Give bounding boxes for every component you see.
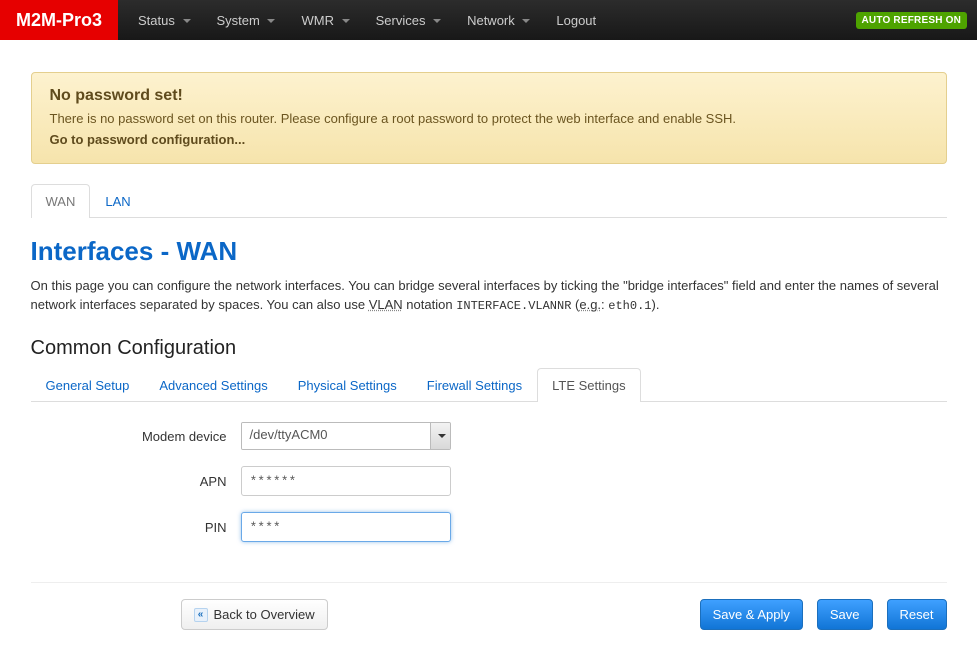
nav-item-system[interactable]: System <box>205 3 288 38</box>
chevron-down-icon <box>433 19 441 23</box>
chevron-down-icon <box>522 19 530 23</box>
modem-device-label: Modem device <box>31 429 241 444</box>
no-password-alert: No password set! There is no password se… <box>31 72 947 164</box>
alert-title: No password set! <box>50 87 928 105</box>
pin-input[interactable] <box>241 512 451 542</box>
interface-tabs: WANLAN <box>31 184 947 218</box>
back-to-overview-button[interactable]: « Back to Overview <box>181 599 328 630</box>
tab-lte-settings[interactable]: LTE Settings <box>537 368 640 402</box>
chevron-down-icon <box>342 19 350 23</box>
code-eth0-1: eth0.1 <box>608 299 651 313</box>
auto-refresh-toggle[interactable]: AUTO REFRESH ON <box>856 12 968 29</box>
page-description: On this page you can configure the netwo… <box>31 277 947 315</box>
config-tabs: General SetupAdvanced SettingsPhysical S… <box>31 368 947 402</box>
alert-password-link[interactable]: Go to password configuration... <box>50 132 246 147</box>
action-bar: « Back to Overview Save & Apply Save Res… <box>31 582 947 630</box>
back-icon: « <box>194 608 208 622</box>
tab-physical-settings[interactable]: Physical Settings <box>283 368 412 402</box>
chevron-down-icon <box>267 19 275 23</box>
desc-text: ). <box>652 297 660 312</box>
save-apply-button[interactable]: Save & Apply <box>700 599 803 630</box>
desc-text: notation <box>403 297 457 312</box>
section-title: Common Configuration <box>31 337 947 360</box>
back-label: Back to Overview <box>214 607 315 622</box>
chevron-down-icon <box>183 19 191 23</box>
tab-lan[interactable]: LAN <box>90 184 145 218</box>
tab-advanced-settings[interactable]: Advanced Settings <box>144 368 282 402</box>
page-title: Interfaces - WAN <box>31 236 947 267</box>
vlan-abbr: VLAN <box>369 297 403 312</box>
save-button[interactable]: Save <box>817 599 873 630</box>
code-interface-vlannr: INTERFACE.VLANNR <box>456 299 571 313</box>
nav-item-logout[interactable]: Logout <box>544 3 608 38</box>
nav-item-network[interactable]: Network <box>455 3 542 38</box>
pin-label: PIN <box>31 520 241 535</box>
nav-items: Status System WMR Services Network Logou… <box>118 0 608 40</box>
brand-logo: M2M-Pro3 <box>0 0 118 40</box>
tab-firewall-settings[interactable]: Firewall Settings <box>412 368 537 402</box>
eg-abbr: e.g. <box>579 297 601 312</box>
tab-wan[interactable]: WAN <box>31 184 91 218</box>
modem-device-value: /dev/ttyACM0 <box>242 423 430 449</box>
lte-settings-form: Modem device /dev/ttyACM0 APN PIN <box>31 422 947 542</box>
modem-device-select[interactable]: /dev/ttyACM0 <box>241 422 451 450</box>
top-navbar: M2M-Pro3 Status System WMR Services Netw… <box>0 0 977 40</box>
nav-item-wmr[interactable]: WMR <box>289 3 361 38</box>
apn-input[interactable] <box>241 466 451 496</box>
tab-general-setup[interactable]: General Setup <box>31 368 145 402</box>
apn-label: APN <box>31 474 241 489</box>
reset-button[interactable]: Reset <box>887 599 947 630</box>
alert-text: There is no password set on this router.… <box>50 111 928 126</box>
chevron-down-icon[interactable] <box>430 423 450 449</box>
nav-item-status[interactable]: Status <box>126 3 202 38</box>
nav-item-services[interactable]: Services <box>364 3 453 38</box>
